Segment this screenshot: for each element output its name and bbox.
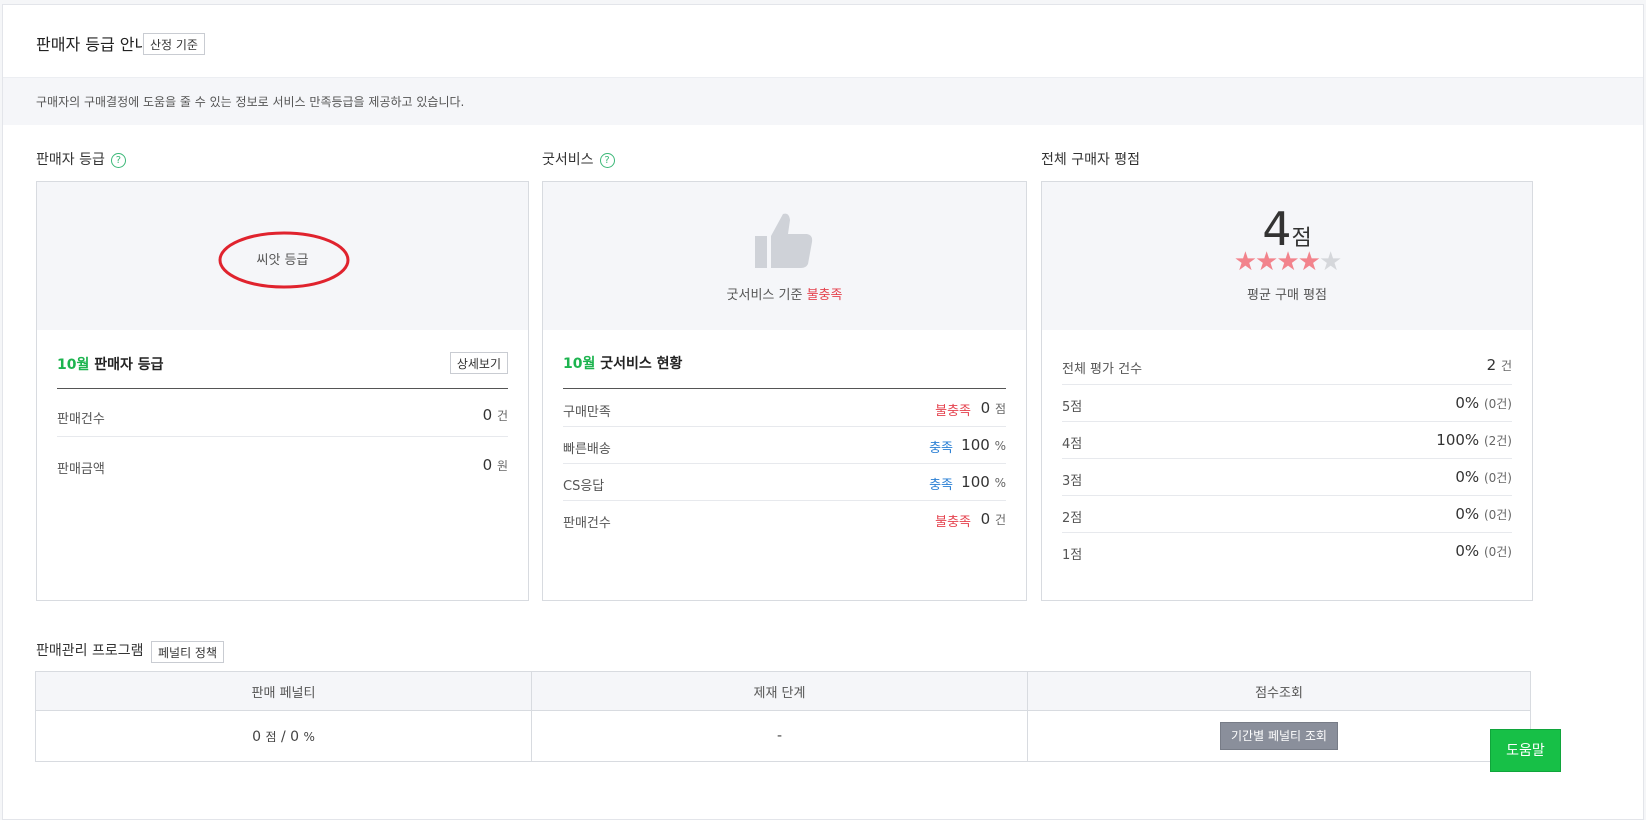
list-item: 구매만족 불충족 0 점 bbox=[563, 389, 1006, 427]
good-service-card: 굿서비스 기준 불충족 10월 굿서비스 현황 구매만족 불충족 0 점 빠른배… bbox=[542, 181, 1027, 601]
penalty-value: 0 점 / 0 % bbox=[35, 710, 532, 762]
list-item: CS응답 충족 100 % bbox=[563, 463, 1006, 501]
list-item: 판매건수 0 건 bbox=[57, 394, 508, 437]
good-service-subtitle: 10월 굿서비스 현황 bbox=[563, 356, 683, 372]
list-item: 2점 0% (0건) bbox=[1062, 495, 1512, 533]
grade-card: 씨앗 등급 10월 판매자 등급 상세보기 판매건수 0 건 판매금액 0 원 bbox=[36, 181, 529, 601]
info-text: 구매자의 구매결정에 도움을 줄 수 있는 정보로 서비스 만족등급을 제공하고… bbox=[36, 95, 465, 109]
grade-section-title: 판매자 등급? bbox=[36, 149, 126, 169]
criteria-button[interactable]: 산정 기준 bbox=[143, 33, 205, 55]
divider bbox=[57, 388, 508, 389]
list-item: 빠른배송 충족 100 % bbox=[563, 426, 1006, 464]
grade-subtitle: 10월 판매자 등급 bbox=[57, 357, 164, 373]
list-item: 판매금액 0 원 bbox=[57, 456, 508, 477]
table-header: 판매 페널티 제재 단계 점수조회 bbox=[35, 671, 1531, 711]
page-title: 판매자 등급 안내 bbox=[36, 35, 150, 54]
star-filled-icon: ★ bbox=[1297, 247, 1321, 277]
sanction-value: - bbox=[531, 710, 1028, 762]
list-item: 전체 평가 건수 2 건 bbox=[1062, 340, 1512, 385]
grade-name: 씨앗 등급 bbox=[256, 253, 309, 268]
penalty-policy-button[interactable]: 페널티 정책 bbox=[151, 641, 225, 663]
program-title: 판매관리 프로그램 bbox=[36, 643, 144, 659]
star-filled-icon: ★ bbox=[1233, 247, 1257, 277]
star-filled-icon: ★ bbox=[1255, 247, 1278, 277]
help-icon[interactable]: ? bbox=[599, 153, 615, 168]
detail-button[interactable]: 상세보기 bbox=[449, 352, 508, 374]
column-header: 판매 페널티 bbox=[35, 671, 532, 711]
avg-label: 평균 구매 평점 bbox=[1246, 288, 1328, 303]
star-empty-icon: ★ bbox=[1318, 247, 1342, 277]
penalty-table: 판매 페널티 제재 단계 점수조회 0 점 / 0 % - 기간별 페널티 조회 bbox=[35, 671, 1531, 762]
table-row: 0 점 / 0 % - 기간별 페널티 조회 bbox=[35, 710, 1531, 762]
star-rating: ★★★★★ bbox=[1042, 249, 1532, 275]
star-filled-icon: ★ bbox=[1276, 247, 1299, 277]
period-penalty-lookup-button[interactable]: 기간별 페널티 조회 bbox=[1220, 722, 1338, 750]
list-item: 1점 0% (0건) bbox=[1062, 542, 1512, 563]
info-bar: 구매자의 구매결정에 도움을 줄 수 있는 정보로 서비스 만족등급을 제공하고… bbox=[3, 77, 1643, 125]
help-button[interactable]: 도움말 bbox=[1490, 729, 1561, 772]
good-service-section-title: 굿서비스? bbox=[542, 149, 615, 169]
list-item: 3점 0% (0건) bbox=[1062, 458, 1512, 496]
column-header: 점수조회 bbox=[1027, 671, 1531, 711]
thumbs-up-icon bbox=[755, 213, 813, 268]
criteria-status-text: 굿서비스 기준 불충족 bbox=[726, 288, 843, 303]
help-icon[interactable]: ? bbox=[110, 153, 126, 168]
list-item: 5점 0% (0건) bbox=[1062, 384, 1512, 422]
column-header: 제재 단계 bbox=[531, 671, 1028, 711]
rating-section-title: 전체 구매자 평점 bbox=[1041, 152, 1141, 168]
list-item: 판매건수 불충족 0 건 bbox=[563, 510, 1006, 531]
list-item: 4점 100% (2건) bbox=[1062, 421, 1512, 459]
rating-card: 4점 ★★★★★ 평균 구매 평점 전체 평가 건수 2 건 5점 0% (0건)… bbox=[1041, 181, 1533, 601]
